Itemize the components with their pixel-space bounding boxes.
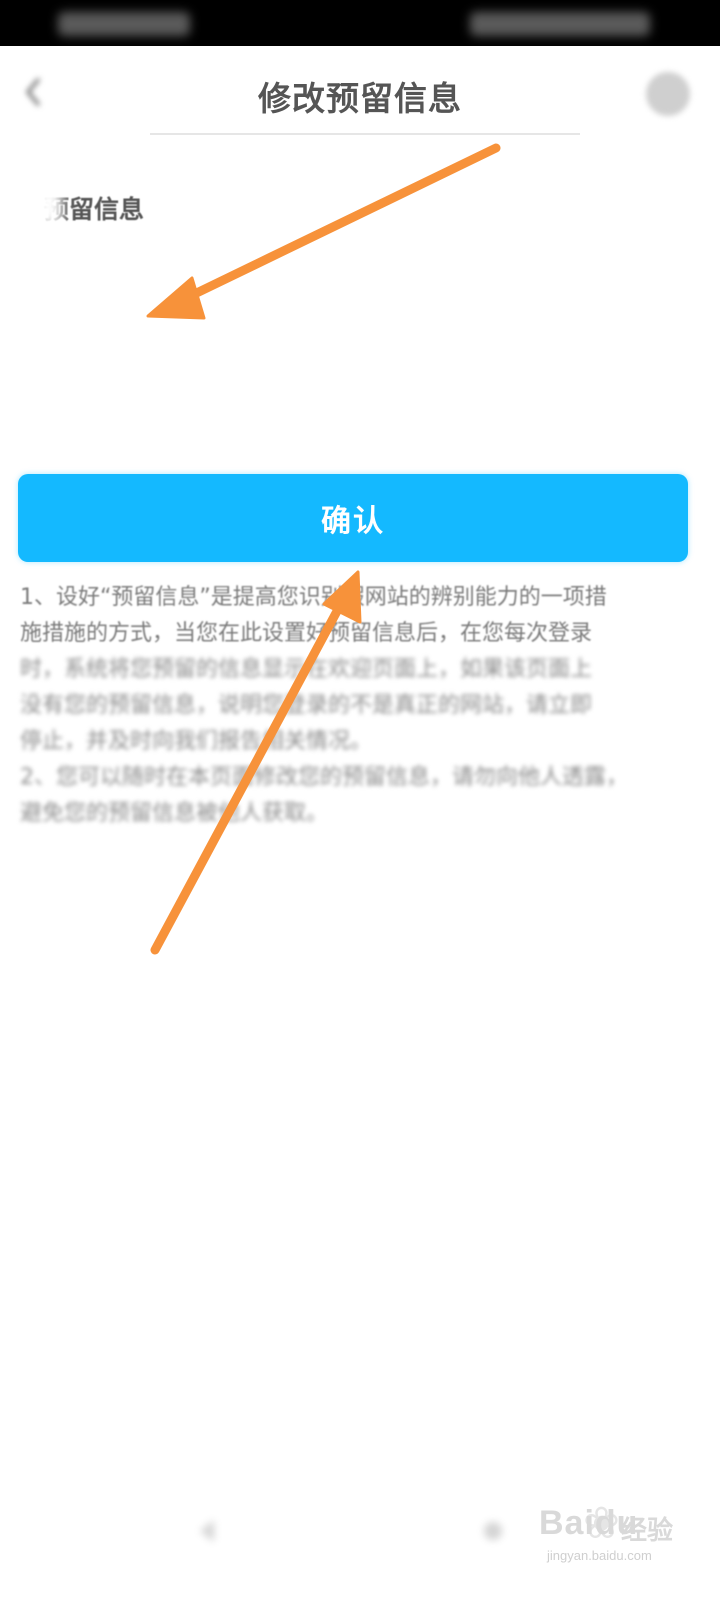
- page-title: 修改预留信息: [258, 79, 462, 118]
- description-line: 停止，并及时向我们报告相关情况。: [20, 729, 373, 754]
- description-line: 避免您的预留信息被他人获取。: [20, 801, 329, 826]
- annotation-arrow-top: [146, 143, 501, 320]
- baidu-jingyan-watermark: ❀ Baidu 经验 jingyan.baidu.com: [535, 1490, 675, 1570]
- nav-home-icon[interactable]: [482, 1520, 504, 1542]
- nav-bar: 修改预留信息: [0, 46, 720, 136]
- status-bar-right-info: [470, 12, 650, 36]
- description-text: 1、设好“预留信息”是提高您识别假网站的辨别能力的一项措 施措施的方式，当您在此…: [20, 580, 690, 832]
- watermark-url: jingyan.baidu.com: [547, 1548, 652, 1563]
- status-bar-left-info: [58, 12, 190, 36]
- confirm-button[interactable]: 确认: [18, 474, 688, 562]
- title-divider: [150, 133, 580, 135]
- description-line: 施措施的方式，当您在此设置好预留信息后，在您每次登录: [20, 621, 593, 646]
- help-icon[interactable]: [646, 72, 690, 116]
- description-line: 没有您的预留信息，说明您登录的不是真正的网站，请立即: [20, 693, 593, 718]
- status-bar: [0, 0, 720, 46]
- nav-back-icon[interactable]: [192, 1516, 222, 1546]
- description-line: 时，系统将您预留的信息显示在欢迎页面上，如果该页面上: [20, 657, 593, 682]
- label-blur-mask: [36, 186, 62, 226]
- description-line: 2、您可以随时在本页面修改您的预留信息，请勿向他人透露，: [20, 765, 628, 790]
- watermark-brand-cn: 经验: [621, 1516, 674, 1546]
- description-line: 1、设好“预留信息”是提高您识别假网站的辨别能力的一项措: [20, 585, 607, 610]
- confirm-button-label: 确认: [321, 504, 385, 539]
